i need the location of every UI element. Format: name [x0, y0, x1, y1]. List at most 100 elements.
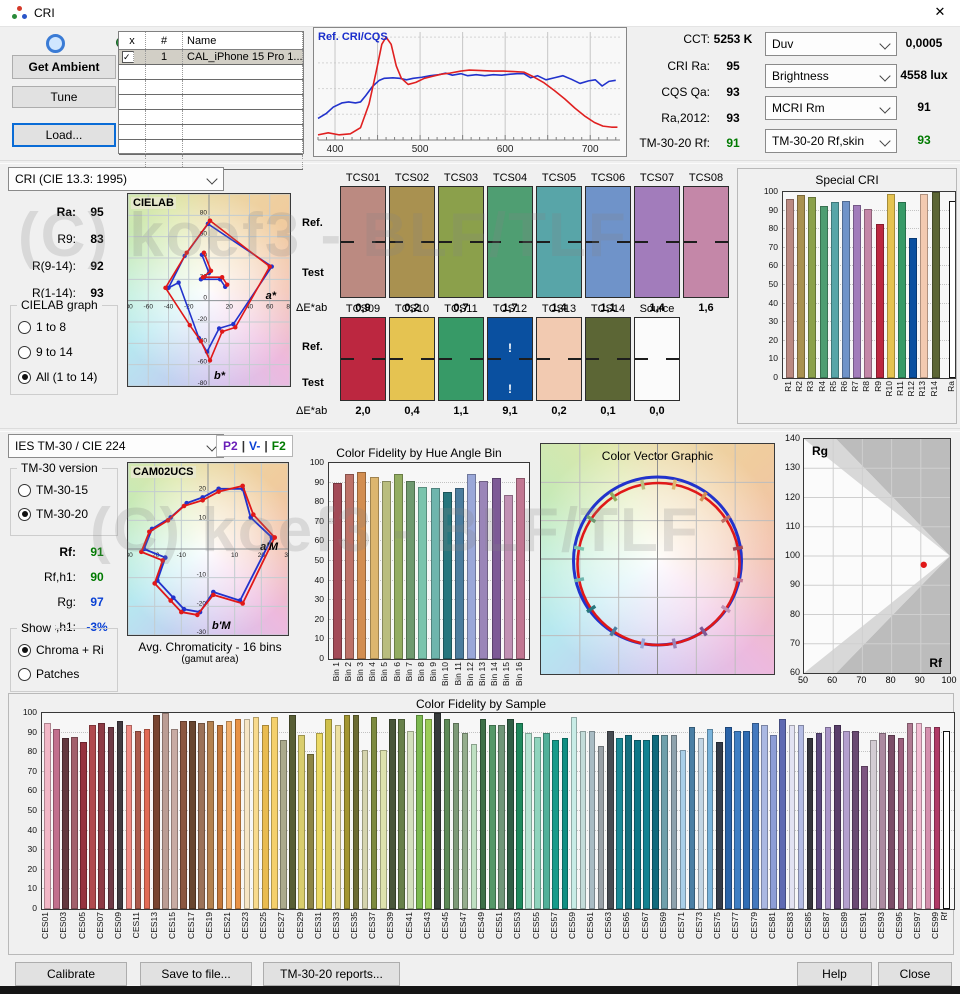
x-tick-label: CES93 — [877, 912, 886, 939]
selector-combo-tm-30-20-rf-skin[interactable]: TM-30-20 Rf,skin — [765, 129, 897, 153]
close-button[interactable]: Close — [878, 962, 952, 986]
radio-tm30ver-0[interactable]: TM-30-15 — [18, 483, 88, 497]
help-button[interactable]: Help — [797, 962, 872, 986]
selector-combo-duv[interactable]: Duv — [765, 32, 897, 56]
y-tick-label: 20 — [762, 336, 778, 345]
x-tick-label: R5 — [829, 381, 838, 392]
x-tick-label: CES57 — [550, 912, 559, 939]
x-tick-label: CES17 — [187, 912, 196, 939]
bar — [534, 737, 541, 909]
ref-label: Ref. — [302, 217, 323, 229]
svg-text:-10: -10 — [197, 572, 207, 579]
cri-method-combo[interactable]: CRI (CIE 13.3: 1995) — [8, 167, 224, 191]
radio-show-1[interactable]: Patches — [18, 667, 79, 681]
x-tick-label: CES11 — [132, 912, 141, 938]
radio-button[interactable] — [18, 321, 31, 334]
tcs-label: TCS02 — [389, 172, 435, 184]
load-button[interactable]: Load... — [12, 123, 116, 147]
bar — [607, 731, 614, 909]
radio-cielab-1[interactable]: 9 to 14 — [18, 345, 73, 359]
radio-label: 1 to 8 — [36, 320, 66, 334]
source-modes-badge[interactable]: P2|V-|F2 — [216, 435, 293, 457]
x-tick-label: CES25 — [259, 912, 268, 939]
bar — [934, 727, 941, 909]
y-tick-label: 50 — [306, 556, 324, 565]
table-row-empty[interactable] — [119, 95, 303, 110]
swatch-test-mark — [666, 358, 679, 360]
radio-show-0[interactable]: Chroma + Ri — [18, 643, 104, 657]
bar — [770, 735, 777, 909]
table-row-empty[interactable] — [119, 65, 303, 80]
swatch-test-mark — [470, 358, 483, 360]
cam02ucs-plot-label: CAM02UCS — [131, 466, 196, 478]
selector-combo-mcri-rm[interactable]: MCRI Rm — [765, 96, 897, 120]
radio-cielab-0[interactable]: 1 to 8 — [18, 320, 66, 334]
table-row[interactable]: ✓1CAL_iPhone 15 Pro 1... — [119, 50, 303, 65]
bar — [743, 731, 750, 909]
x-tick-label: Bin 11 — [454, 662, 463, 685]
x-tick-label: CES71 — [677, 912, 686, 939]
radio-button[interactable] — [18, 668, 31, 681]
bar — [816, 733, 823, 909]
measurement-table[interactable]: x # Name ✓1CAL_iPhone 15 Pro 1... — [118, 31, 304, 154]
calibrate-button[interactable]: Calibrate — [15, 962, 127, 986]
bar — [831, 202, 839, 378]
bar — [932, 192, 940, 378]
bar — [480, 719, 487, 909]
radio-cielab-2[interactable]: All (1 to 14) — [18, 370, 97, 384]
table-row-empty[interactable] — [119, 80, 303, 95]
radio-tm30ver-1[interactable]: TM-30-20 — [18, 507, 88, 521]
radio-label: TM-30-15 — [36, 483, 88, 497]
bar — [689, 727, 696, 909]
x-tick-label: R6 — [840, 381, 849, 392]
table-row-empty[interactable] — [119, 125, 303, 140]
y-tick-label: 60 — [762, 261, 778, 270]
selector-combo-brightness[interactable]: Brightness — [765, 64, 897, 88]
table-row-empty[interactable] — [119, 110, 303, 125]
swatch-test-mark — [421, 358, 434, 360]
svg-text:700: 700 — [582, 144, 599, 154]
tcs-label: TCS11 — [438, 303, 484, 315]
bar — [562, 738, 569, 909]
bar — [89, 725, 96, 909]
row-checkbox[interactable]: ✓ — [122, 51, 134, 63]
tm30-method-combo[interactable]: IES TM-30 / CIE 224 — [8, 434, 224, 458]
radio-label: 9 to 14 — [36, 345, 73, 359]
radio-button[interactable] — [18, 508, 31, 521]
radio-button[interactable] — [18, 346, 31, 359]
special-cri-title: Special CRI — [738, 173, 956, 187]
bar — [571, 717, 578, 909]
swatch-test-mark — [666, 241, 679, 243]
x-tick-label: Bin 6 — [393, 662, 402, 681]
tcs-swatch-tcs12: !! — [487, 317, 533, 401]
tm30-reports-button[interactable]: TM-30-20 reports... — [263, 962, 400, 986]
get-ambient-button[interactable]: Get Ambient — [12, 55, 116, 79]
save-to-file-button[interactable]: Save to file... — [140, 962, 252, 986]
svg-text:-30: -30 — [128, 552, 133, 559]
bar — [171, 729, 178, 909]
svg-text:-60: -60 — [144, 304, 154, 311]
x-tick-label: Bin 2 — [344, 662, 353, 681]
y-tick-label: 90 — [784, 580, 800, 589]
bar — [825, 727, 832, 909]
bar — [394, 474, 403, 659]
bar — [443, 492, 452, 659]
radio-button[interactable] — [18, 644, 31, 657]
radio-button[interactable] — [18, 484, 31, 497]
y-tick-label: 100 — [784, 551, 800, 560]
tcs-label: TCS06 — [585, 172, 631, 184]
x-tick-label: R3 — [806, 381, 815, 392]
x-tick-label: R1 — [784, 381, 793, 392]
bar — [498, 725, 505, 909]
tune-button[interactable]: Tune — [12, 86, 116, 108]
table-row-empty[interactable] — [119, 140, 303, 155]
y-tick-label: 70 — [762, 243, 778, 252]
close-icon[interactable]: ✕ — [930, 4, 950, 22]
y-tick-label: 10 — [762, 354, 778, 363]
svg-text:80: 80 — [286, 304, 290, 311]
y-tick-label: 50 — [15, 806, 37, 815]
warning-icon: ! — [508, 341, 512, 355]
stat-row: Ra,2012:93 — [626, 111, 756, 125]
radio-button[interactable] — [18, 371, 31, 384]
x-tick-label: Bin 14 — [490, 662, 499, 686]
